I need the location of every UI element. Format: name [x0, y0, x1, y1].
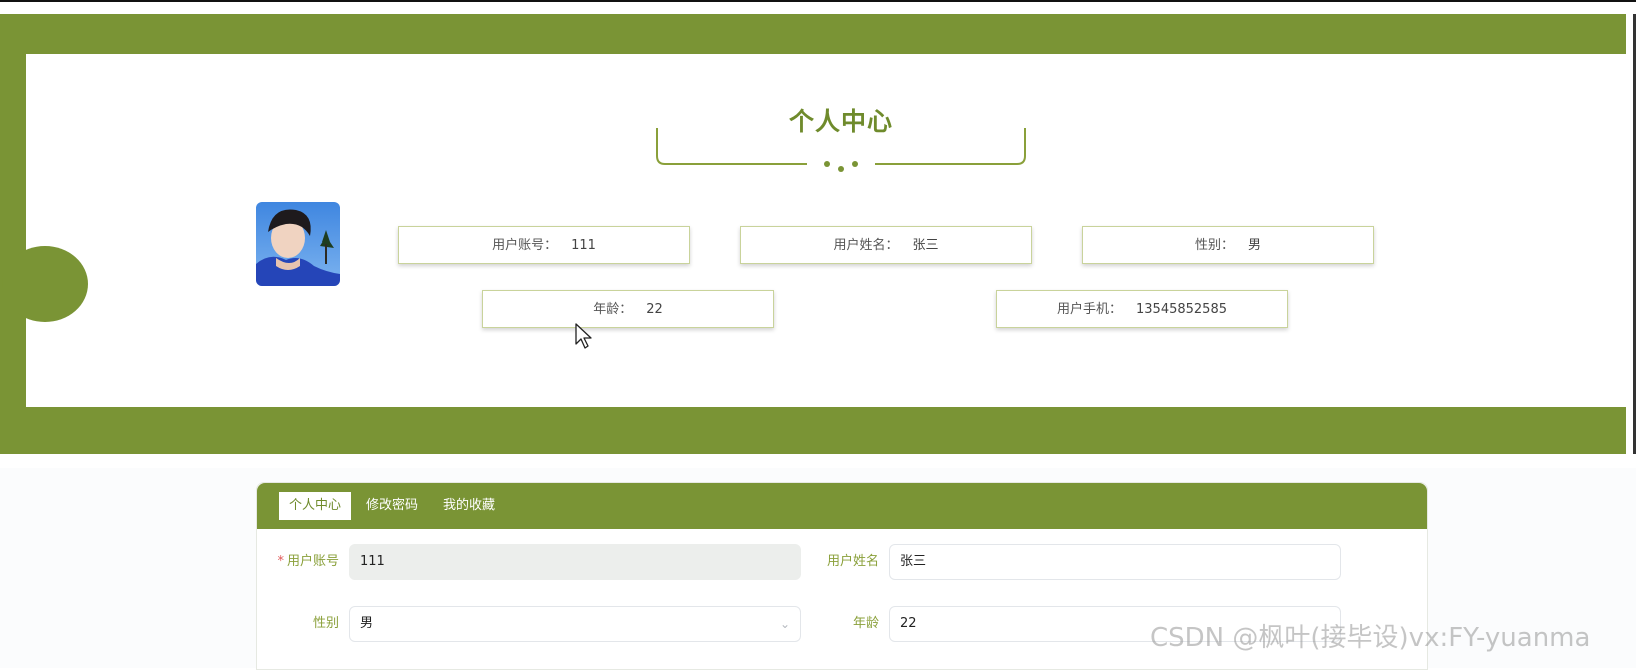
age-label: 年龄: [852, 616, 879, 631]
info-value: 张三: [912, 238, 939, 253]
account-label: * 用户账号: [277, 554, 339, 569]
info-card-name: 用户姓名： 张三: [740, 226, 1032, 264]
decorative-notch-left: [2, 246, 88, 322]
avatar: [256, 202, 340, 286]
chevron-down-icon: ⌄: [779, 617, 790, 631]
info-card-gender: 性别： 男: [1082, 226, 1374, 264]
tab-my-favorites[interactable]: 我的收藏: [433, 492, 505, 520]
title-ornament: [656, 128, 1026, 172]
account-field: 111: [349, 544, 801, 580]
page-title-block: 个人中心: [655, 90, 1027, 180]
name-field[interactable]: 张三: [889, 544, 1341, 580]
info-value: 男: [1248, 238, 1262, 253]
tab-bar: 个人中心 修改密码 我的收藏: [257, 483, 1427, 529]
info-card-phone: 用户手机： 13545852585: [996, 290, 1288, 328]
info-card-age: 年龄： 22: [482, 290, 774, 328]
info-label: 用户账号：: [492, 238, 558, 253]
info-label: 用户手机：: [1057, 302, 1123, 317]
name-label: 用户姓名: [826, 554, 879, 569]
info-value: 13545852585: [1136, 302, 1227, 317]
info-value: 22: [646, 302, 663, 317]
watermark: CSDN @枫叶(接毕设)vx:FY-yuanma: [1150, 623, 1591, 653]
gender-select[interactable]: 男 ⌄: [349, 606, 801, 642]
info-label: 用户姓名：: [833, 238, 899, 253]
mouse-cursor-icon: [575, 323, 592, 349]
tab-profile[interactable]: 个人中心: [279, 492, 352, 520]
info-card-account: 用户账号： 111: [398, 226, 690, 264]
gender-value: 男: [360, 616, 374, 631]
tab-change-password[interactable]: 修改密码: [356, 492, 428, 520]
info-label: 年龄：: [593, 302, 633, 317]
info-label: 性别：: [1194, 238, 1234, 253]
top-border: [0, 0, 1636, 2]
required-mark: *: [277, 554, 284, 569]
gender-label: 性别: [312, 616, 339, 631]
info-value: 111: [571, 238, 596, 253]
